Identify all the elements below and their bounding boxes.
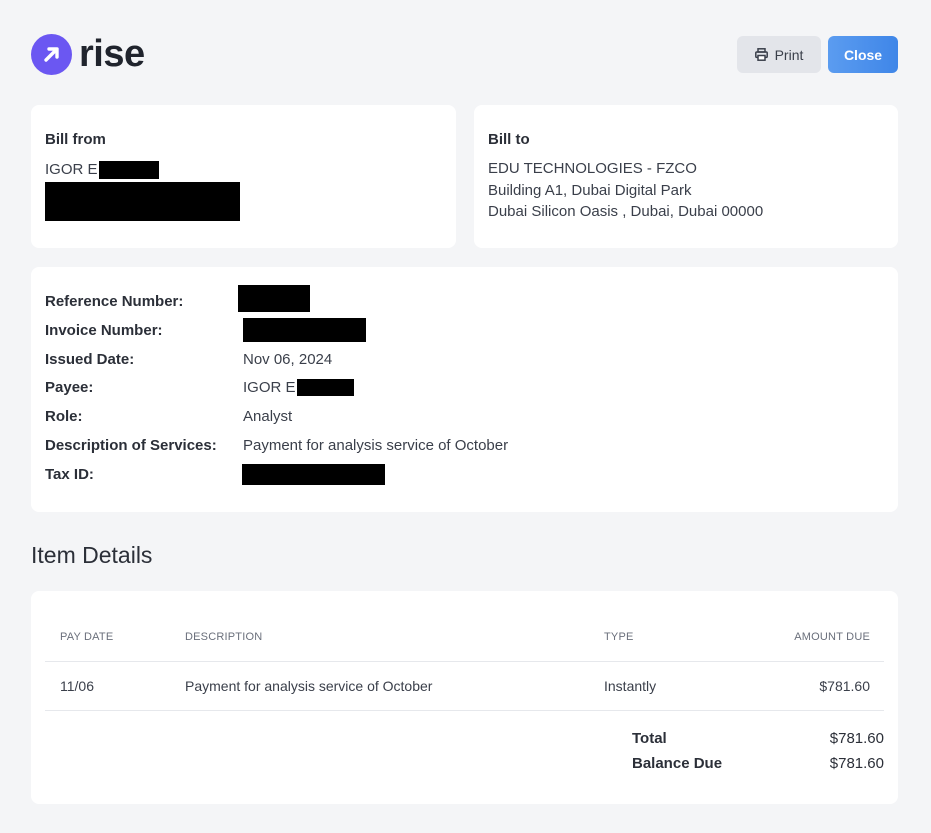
bill-to-line: Dubai Silicon Oasis , Dubai, Dubai 00000 [488, 203, 764, 220]
brand-name: rise [79, 33, 145, 75]
payee-row: Payee: IGOR E [45, 376, 354, 398]
redacted-address-block [45, 182, 240, 221]
redacted-reference-number [238, 284, 310, 312]
payee-value: IGOR E [243, 378, 354, 396]
bill-to-line: EDU TECHNOLOGIES - FZCO [488, 160, 697, 177]
issued-date-row: Issued Date: Nov 06, 2024 [45, 348, 332, 370]
redacted-tax-id [242, 463, 385, 485]
payee-name: IGOR E [243, 378, 296, 396]
total-label: Total [632, 730, 667, 747]
type-cell: Instantly [604, 678, 657, 694]
invoice-number-label: Invoice Number: [45, 321, 163, 339]
amount-cell: $781.60 [819, 678, 870, 694]
close-button[interactable]: Close [828, 36, 898, 73]
role-value: Analyst [243, 407, 293, 425]
redacted-payee-surname [296, 378, 354, 396]
issued-date-value: Nov 06, 2024 [243, 350, 333, 368]
description-row: Description of Services: Payment for ana… [45, 434, 508, 456]
tax-id-row: Tax ID: [45, 463, 385, 485]
rise-logo-icon [31, 33, 72, 75]
column-header-description: DESCRIPTION [185, 631, 263, 643]
print-button[interactable]: Print [737, 36, 821, 73]
table-divider [45, 661, 884, 662]
brand-logo: rise [31, 33, 145, 75]
column-header-type: TYPE [604, 631, 634, 643]
role-row: Role: Analyst [45, 405, 292, 427]
item-details-card: PAY DATE DESCRIPTION TYPE AMOUNT DUE 11/… [31, 591, 898, 804]
description-value: Payment for analysis service of October [243, 436, 509, 454]
table-divider [45, 710, 884, 711]
reference-number-label: Reference Number: [45, 292, 184, 310]
role-label: Role: [45, 407, 83, 425]
redacted-block [98, 160, 159, 179]
bill-to-title: Bill to [488, 131, 530, 148]
header: rise Print Close [31, 33, 898, 75]
bill-to-line: Building A1, Dubai Digital Park [488, 181, 692, 199]
reference-number-row: Reference Number: [45, 284, 310, 312]
balance-due-value: $781.60 [829, 755, 884, 772]
item-details-title: Item Details [31, 542, 153, 568]
total-value: $781.60 [829, 730, 884, 747]
column-header-pay-date: PAY DATE [60, 631, 114, 643]
bill-from-title: Bill from [45, 131, 106, 148]
issued-date-label: Issued Date: [45, 350, 135, 368]
tax-id-label: Tax ID: [45, 465, 94, 483]
invoice-number-row: Invoice Number: [45, 318, 366, 342]
pay-date-cell: 11/06 [60, 678, 94, 694]
print-label: Print [774, 46, 804, 63]
column-header-amount-due: AMOUNT DUE [794, 631, 870, 643]
description-cell: Payment for analysis service of October [185, 678, 433, 694]
bill-to-card: Bill to EDU TECHNOLOGIES - FZCO Building… [474, 105, 898, 248]
balance-due-label: Balance Due [632, 755, 723, 772]
bill-from-name: IGOR E [45, 159, 159, 181]
payee-label: Payee: [45, 378, 94, 396]
bill-to-address: EDU TECHNOLOGIES - FZCO Building A1, Dub… [488, 158, 763, 223]
redacted-invoice-number [243, 318, 366, 342]
invoice-info-card: Reference Number: Invoice Number: Issued… [31, 267, 898, 512]
printer-icon [754, 48, 768, 61]
bill-from-card: Bill from IGOR E [31, 105, 456, 248]
description-label: Description of Services: [45, 436, 217, 454]
bill-from-name-text: IGOR E [45, 161, 98, 178]
